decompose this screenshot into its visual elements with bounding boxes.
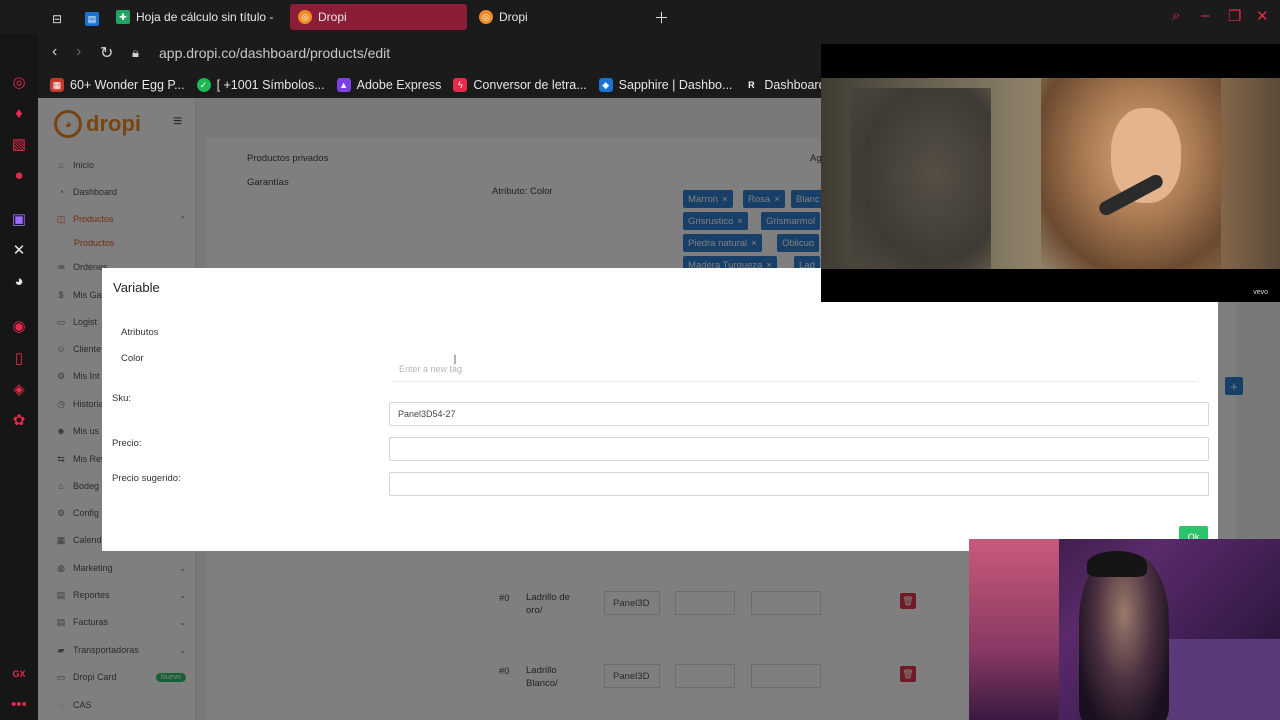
bookmark-label: Conversor de letra... <box>473 78 587 92</box>
video-background-person <box>851 88 991 269</box>
webcam-background-light <box>969 539 1059 720</box>
dropi-favicon-icon: ◎ <box>479 10 493 24</box>
price-label: Precio: <box>112 438 142 449</box>
webcam-person <box>1079 554 1169 720</box>
gx-store-icon[interactable]: ● <box>9 165 29 185</box>
trello-tab-icon[interactable]: ▤ <box>77 6 101 32</box>
gx-cleaner-icon[interactable]: ▧ <box>9 134 29 154</box>
video-frame <box>821 78 1280 269</box>
tab-dropi[interactable]: ◎ Dropi <box>471 4 641 30</box>
tab-dropi-active[interactable]: ◎ Dropi <box>290 4 467 30</box>
history-rail-icon[interactable]: ◈ <box>9 379 29 399</box>
bookmark-favicon-icon: ✓ <box>196 78 211 92</box>
bookmark-item[interactable]: ◆ Sapphire | Dashbo... <box>598 78 733 92</box>
sku-label: Sku: <box>112 393 132 404</box>
bookmark-favicon-icon: ▲ <box>336 78 351 92</box>
search-icon[interactable]: ⌕ <box>1172 7 1180 24</box>
bookmark-favicon-icon: ▦ <box>50 78 64 92</box>
bookmark-favicon-icon: R <box>744 78 759 92</box>
opera-gx-sidebar: ◯ ◎ ♦ ▧ ● ▣ ✕ ◕ ◉ ▯ ◈ ✿ GX ••• <box>0 0 38 720</box>
settings-rail-icon[interactable]: ✿ <box>9 410 29 430</box>
variable-modal: Variable Atributos Color Sku: Precio: Pr… <box>102 268 1218 551</box>
color-tag-input[interactable] <box>392 356 1197 382</box>
webcam-person-cap <box>1087 551 1147 577</box>
text-cursor-icon: I <box>453 351 457 367</box>
x-twitter-icon[interactable]: ✕ <box>9 240 29 260</box>
modal-title: Variable <box>113 280 160 295</box>
suggested-price-label: Precio sugerido: <box>112 473 181 484</box>
more-icon[interactable]: ••• <box>9 694 29 714</box>
dropi-favicon-icon: ◎ <box>298 10 312 24</box>
lock-icon: 🔒︎ <box>132 45 139 60</box>
bookmark-favicon-icon: ◆ <box>598 78 613 92</box>
vevo-watermark: vevo <box>1253 289 1268 296</box>
gx-label: GX <box>12 669 26 679</box>
gx-control-icon[interactable]: ◎ <box>9 72 29 92</box>
new-tab-icon[interactable]: ＋ <box>654 7 669 28</box>
bookmark-label: Sapphire | Dashbo... <box>618 78 733 92</box>
bookmark-item[interactable]: ▲ Adobe Express <box>336 78 442 92</box>
discord-icon[interactable]: ◕ <box>9 271 29 291</box>
bookmark-label: Adobe Express <box>356 78 442 92</box>
bookmark-item[interactable]: ▦ 60+ Wonder Egg P... <box>50 78 185 92</box>
bookmark-item[interactable]: ✓ [ +1001 Símbolos... <box>196 78 325 92</box>
price-input[interactable] <box>389 437 1209 461</box>
sheets-icon: ✚ <box>116 10 130 24</box>
maximize-icon[interactable]: ❐ <box>1228 7 1241 25</box>
bookmark-label: [ +1001 Símbolos... <box>216 78 325 92</box>
suggested-price-input[interactable] <box>389 472 1209 496</box>
back-icon[interactable]: ‹ <box>52 43 57 61</box>
color-attribute-label: Color <box>121 353 144 364</box>
bookmark-label: Dashboard <box>764 78 826 92</box>
tab-label: Dropi <box>499 10 528 24</box>
close-window-icon[interactable]: ✕ <box>1256 7 1269 25</box>
tab-manager-icon[interactable]: ⊟ <box>44 6 72 32</box>
pip-video-player[interactable]: vevo <box>821 44 1280 302</box>
minimize-icon[interactable]: – <box>1201 7 1209 24</box>
sku-input[interactable] <box>389 402 1209 426</box>
bookmark-label: 60+ Wonder Egg P... <box>70 78 185 92</box>
reload-icon[interactable]: ↻ <box>100 43 113 63</box>
tab-strip: ⊟ ▤ ✚ Hoja de cálculo sin título - ◎ Dro… <box>0 0 1280 34</box>
bookmark-item[interactable]: R Dashboard <box>744 78 826 92</box>
player-icon[interactable]: ◉ <box>9 316 29 336</box>
tab-label: Hoja de cálculo sin título - <box>136 10 274 24</box>
twitch-icon[interactable]: ▣ <box>9 209 29 229</box>
attributes-label: Atributos <box>121 327 159 338</box>
gx-corner-icon[interactable]: ♦ <box>9 103 29 123</box>
url-input[interactable]: app.dropi.co/dashboard/products/edit <box>159 45 390 61</box>
forward-icon[interactable]: › <box>76 43 81 61</box>
bookmark-item[interactable]: ϟ Conversor de letra... <box>453 78 587 92</box>
webcam-overlay <box>969 539 1280 720</box>
webcam-background-bed <box>1159 639 1280 720</box>
bookmark-favicon-icon: ϟ <box>453 78 468 92</box>
tab-spreadsheet[interactable]: ✚ Hoja de cálculo sin título - <box>108 4 282 30</box>
tab-label: Dropi <box>318 10 347 24</box>
pinboard-icon[interactable]: ▯ <box>9 348 29 368</box>
